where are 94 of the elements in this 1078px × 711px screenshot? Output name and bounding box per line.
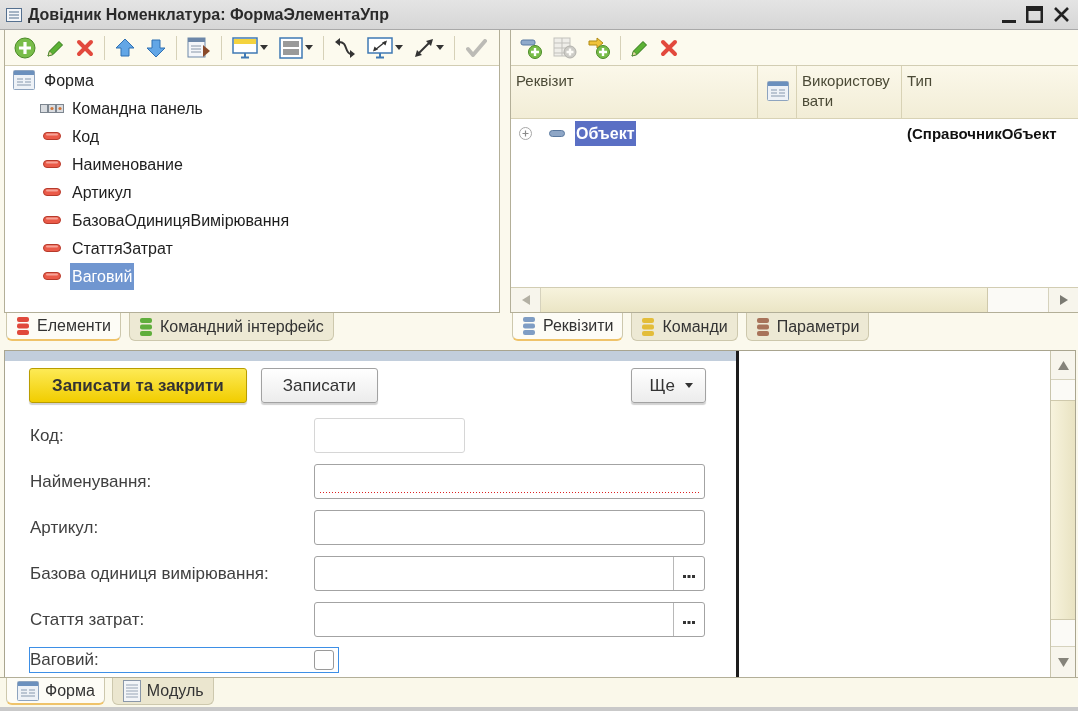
three-boxes-icon	[40, 103, 64, 113]
window-title: Довідник Номенклатура: ФормаЭлементаУпр	[28, 5, 389, 24]
tree-item[interactable]: Наименование	[70, 150, 185, 178]
form-button[interactable]: Записати та закрити	[29, 368, 247, 403]
cross-icon	[660, 38, 678, 57]
expand-icon[interactable]	[519, 126, 532, 140]
pill-icon	[43, 160, 61, 168]
horizontal-scrollbar[interactable]	[511, 287, 1078, 312]
pencil-icon	[631, 38, 649, 57]
monitor-arrow-icon	[367, 36, 393, 59]
bar-plus-icon	[520, 36, 542, 59]
scrollbar-thumb[interactable]	[541, 288, 988, 312]
input-field[interactable]	[314, 556, 705, 591]
up-triangle-icon	[1057, 360, 1069, 370]
tree-item[interactable]: БазоваОдиницяВимірювання	[70, 206, 292, 234]
scroll-down-button[interactable]	[1051, 646, 1075, 677]
down-triangle-icon	[1057, 657, 1069, 667]
field-label: Найменування:	[30, 471, 153, 492]
tab[interactable]: Командний інтерфейс	[128, 313, 334, 341]
pencil-icon	[47, 38, 65, 57]
monitor-icon	[232, 36, 258, 59]
pill-icon	[43, 272, 61, 280]
scroll-left-button[interactable]	[511, 288, 541, 312]
down-arrow-icon	[146, 37, 166, 58]
ellipsis-icon	[683, 575, 695, 578]
pill-icon	[43, 216, 61, 224]
tree-item[interactable]: Форма	[42, 66, 96, 94]
scroll-right-button[interactable]	[1048, 288, 1078, 312]
caret-icon	[260, 45, 268, 50]
close-icon	[1053, 6, 1070, 23]
form-window-icon	[13, 70, 35, 90]
column-header[interactable]: Тип	[907, 71, 932, 91]
pill-icon	[549, 129, 565, 137]
input-field[interactable]	[314, 418, 465, 453]
column-header[interactable]: Використовувати	[802, 71, 897, 111]
checkbox[interactable]	[314, 650, 334, 670]
form-window-icon	[17, 680, 39, 701]
table-plus-icon	[553, 36, 577, 59]
left-triangle-icon	[521, 295, 530, 305]
close-button[interactable]	[1053, 6, 1070, 23]
maximize-icon	[1026, 6, 1043, 23]
field-label: Артикул:	[30, 517, 100, 538]
minimize-icon	[1002, 19, 1016, 23]
toolbar-dropdown-button[interactable]	[364, 34, 406, 61]
table-cell: (СправочникОбъект	[907, 124, 1057, 142]
field-label: Базова одиниця вимірювання:	[30, 563, 270, 584]
panel-icon	[279, 36, 303, 59]
column-header[interactable]: Реквізит	[516, 71, 574, 91]
minimize-button[interactable]	[1002, 19, 1016, 23]
tab[interactable]: Елементи	[6, 313, 121, 341]
curved-arrow-icon	[334, 36, 356, 59]
tree-item[interactable]: Код	[70, 122, 102, 150]
tab[interactable]: Параметри	[745, 313, 870, 341]
diagonal-arrow-icon	[414, 37, 434, 58]
tree-item[interactable]: Командна панель	[70, 94, 205, 122]
window-icon	[6, 7, 22, 22]
tree-item[interactable]: Артикул	[70, 178, 134, 206]
tab[interactable]: Форма	[6, 678, 105, 705]
caret-icon	[685, 383, 693, 388]
caret-icon	[395, 45, 403, 50]
field-label: Ваговий:	[30, 650, 100, 670]
document-lines-icon	[122, 680, 141, 702]
list-arrow-icon	[187, 36, 211, 59]
scrollbar-track[interactable]	[1051, 380, 1075, 400]
pill-icon	[43, 132, 61, 140]
attribute-name[interactable]: Объект	[575, 120, 636, 146]
pill-icon	[43, 244, 61, 252]
plus-circle-icon	[14, 36, 36, 59]
tab[interactable]: Реквізити	[512, 313, 624, 341]
input-field[interactable]	[314, 602, 705, 637]
tab[interactable]: Модуль	[111, 678, 214, 705]
ellipsis-icon	[683, 621, 695, 624]
tab[interactable]: Команди	[631, 313, 738, 341]
cross-icon	[76, 38, 94, 57]
field-label: Код:	[30, 425, 65, 446]
maximize-button[interactable]	[1026, 6, 1043, 23]
arrow-plus-icon	[588, 36, 610, 59]
add-button[interactable]	[11, 34, 39, 61]
scrollbar-thumb[interactable]	[1051, 400, 1075, 620]
input-field[interactable]	[314, 464, 705, 499]
form-window-icon	[766, 81, 789, 101]
tree-item[interactable]: СтаттяЗатрат	[70, 234, 175, 262]
input-field[interactable]	[314, 510, 705, 545]
scroll-up-button[interactable]	[1051, 351, 1075, 380]
caret-icon	[305, 45, 313, 50]
vertical-scrollbar[interactable]	[1050, 351, 1075, 677]
up-arrow-icon	[115, 37, 135, 58]
pill-icon	[43, 188, 61, 196]
right-triangle-icon	[1059, 295, 1068, 305]
form-button[interactable]: Записати	[260, 368, 379, 403]
form-button[interactable]: Ще	[630, 368, 706, 403]
caret-icon	[436, 45, 444, 50]
field-label: Стаття затрат:	[30, 609, 146, 630]
check-icon	[465, 37, 487, 58]
